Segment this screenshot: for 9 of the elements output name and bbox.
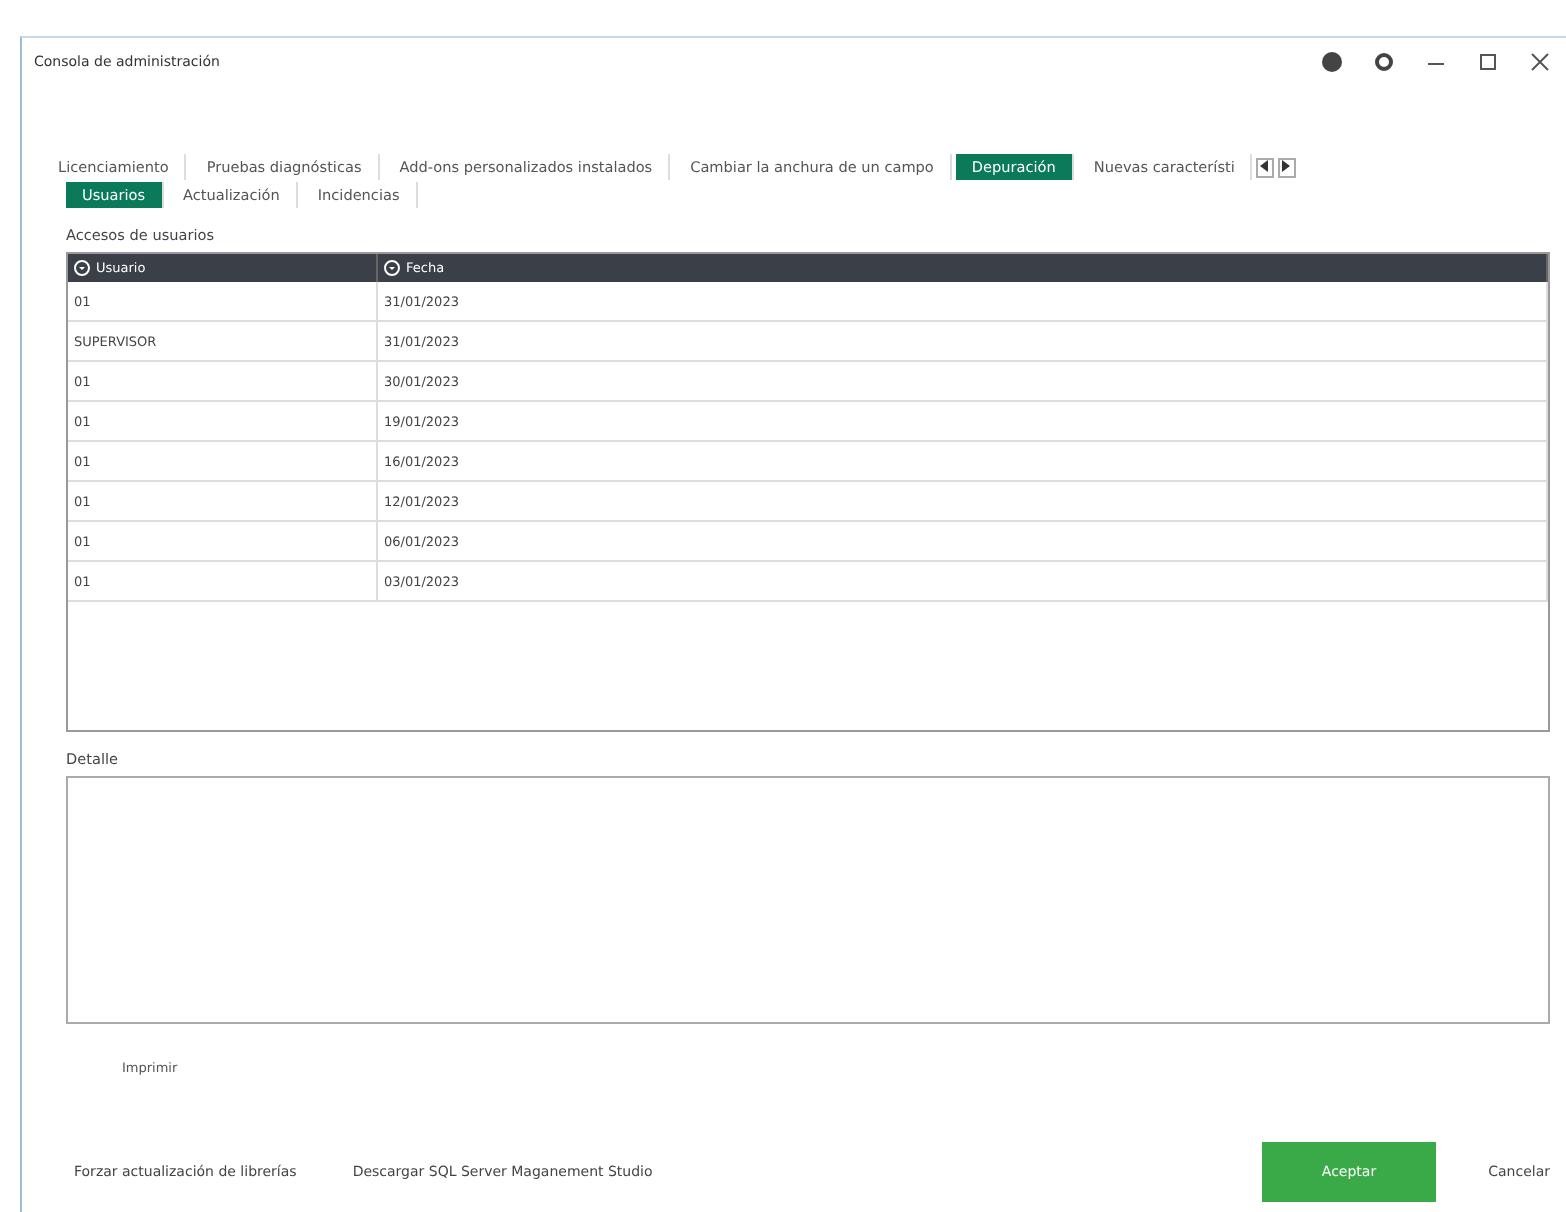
close-icon[interactable] <box>1530 52 1550 72</box>
left-arrow-icon <box>1260 159 1271 171</box>
right-arrow-icon <box>1282 159 1293 171</box>
scroll-right-button[interactable] <box>1278 157 1297 177</box>
scroll-left-button[interactable] <box>1256 157 1275 177</box>
detail-field[interactable] <box>66 776 1550 1024</box>
filter-icon[interactable] <box>384 260 400 276</box>
maximize-icon[interactable] <box>1478 52 1498 72</box>
filter-icon[interactable] <box>74 260 90 276</box>
